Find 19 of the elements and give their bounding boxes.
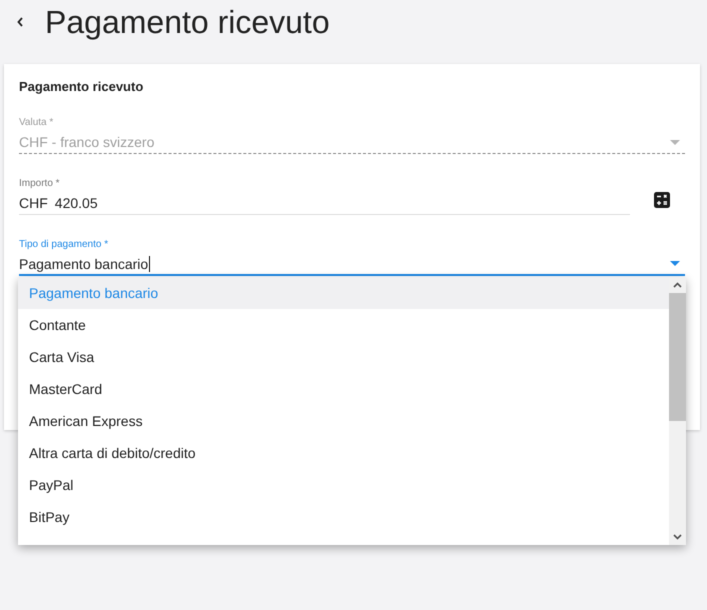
text-cursor-icon — [149, 256, 150, 272]
field-label: Valuta * — [19, 117, 54, 129]
field-label: Importo * — [19, 178, 61, 190]
field-value: Pagamento bancario — [19, 254, 148, 272]
chevron-down-icon — [673, 534, 682, 540]
chevron-up-icon — [673, 282, 682, 288]
currency-text: CHF — [19, 194, 48, 212]
caret-down-icon — [670, 261, 680, 266]
page-title: Pagamento ricevuto — [45, 3, 330, 42]
amount-field[interactable]: CHF 420.05 — [19, 192, 630, 215]
chevron-left-icon — [17, 17, 23, 27]
field-value: 420.05 — [54, 194, 98, 212]
caret-down-icon — [670, 140, 680, 144]
field-label: Tipo di pagamento * — [19, 239, 110, 251]
card-title: Pagamento ricevuto — [19, 79, 144, 95]
scrollbar-thumb[interactable] — [669, 293, 686, 421]
scrollbar[interactable] — [669, 277, 686, 545]
field-value: CHF - franco svizzero — [19, 133, 154, 151]
calculator-icon[interactable] — [654, 192, 670, 208]
